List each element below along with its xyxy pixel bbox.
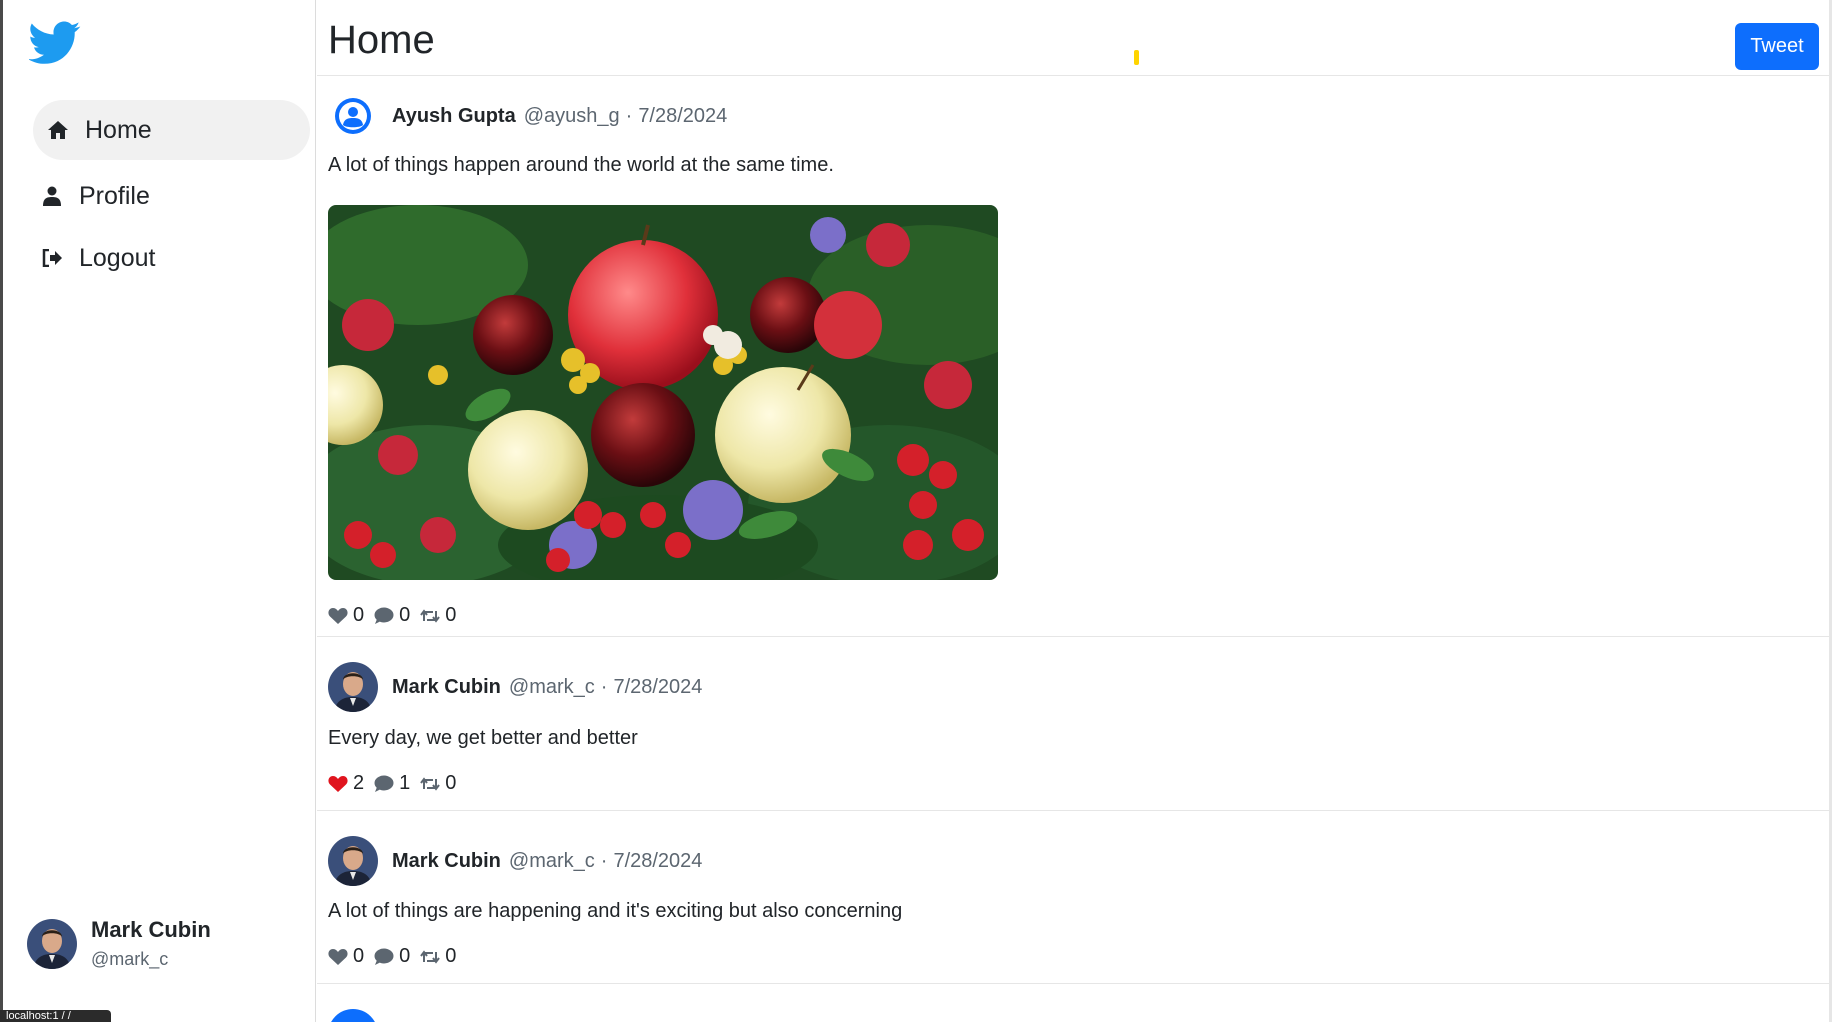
like-count: 0 [353, 604, 365, 626]
comment-count: 0 [399, 945, 411, 967]
like-button[interactable]: 2 [328, 772, 364, 795]
current-user-name: Mark Cubin [91, 917, 211, 942]
avatar[interactable] [328, 662, 378, 712]
retweet-icon [420, 776, 441, 791]
post-author[interactable]: Mark Cubin [392, 850, 501, 873]
like-button[interactable]: 0 [328, 945, 364, 968]
retweet-button[interactable]: 0 [420, 945, 456, 968]
sidebar: Home Profile Logout Mark Cubin @mark_c [3, 0, 316, 1022]
post-card[interactable]: Ayush Gupta @ayush_g · 7/28/2024 A lot o… [317, 76, 1829, 637]
avatar[interactable] [328, 836, 378, 886]
retweet-count: 0 [445, 945, 457, 967]
heart-icon [328, 607, 348, 624]
post-actions: 0 0 0 [328, 604, 466, 627]
main-feed: Home Tweet Ayush Gupta @ayush_g · 7/28/2… [317, 0, 1829, 1022]
post-separator: · [600, 849, 608, 872]
retweet-icon [420, 949, 441, 964]
heart-icon [328, 948, 348, 965]
heart-icon [328, 775, 348, 792]
post-author[interactable]: Ayush Gupta [392, 105, 516, 128]
post-card[interactable] [317, 984, 1829, 1022]
retweet-icon [420, 608, 441, 623]
default-user-avatar-icon[interactable] [328, 91, 378, 141]
sidebar-item-profile[interactable]: Profile [33, 166, 310, 226]
home-icon [47, 119, 69, 141]
comment-count: 0 [399, 604, 411, 626]
post-actions: 2 1 0 [328, 772, 466, 795]
like-button[interactable]: 0 [328, 604, 364, 627]
retweet-count: 0 [445, 772, 457, 794]
sidebar-item-label: Logout [79, 243, 156, 272]
tweet-button[interactable]: Tweet [1735, 23, 1819, 70]
text-cursor [1134, 50, 1139, 65]
like-count: 0 [353, 945, 365, 967]
comment-button[interactable]: 0 [374, 945, 410, 968]
feed-header: Home Tweet [317, 0, 1829, 76]
retweet-button[interactable]: 0 [420, 772, 456, 795]
post-text: A lot of things happen around the world … [328, 154, 834, 176]
post-header: Ayush Gupta @ayush_g · 7/28/2024 [328, 91, 727, 141]
comment-icon [374, 948, 394, 965]
sidebar-item-label: Profile [79, 181, 150, 210]
post-text: A lot of things are happening and it's e… [328, 900, 903, 922]
post-handle[interactable]: @ayush_g [524, 105, 620, 128]
status-bar-url: localhost:1 / / [0, 1010, 111, 1022]
comment-count: 1 [399, 772, 411, 794]
post-actions: 0 0 0 [328, 945, 466, 968]
post-separator: · [625, 104, 633, 127]
post-date: 7/28/2024 [613, 849, 703, 872]
sidebar-item-label: Home [85, 115, 152, 144]
like-count: 2 [353, 772, 365, 794]
post-separator: · [600, 675, 608, 698]
post-card[interactable]: Mark Cubin @mark_c · 7/28/2024 Every day… [317, 637, 1829, 811]
page-title: Home [328, 18, 435, 62]
sidebar-item-logout[interactable]: Logout [33, 228, 310, 288]
post-card[interactable]: Mark Cubin @mark_c · 7/28/2024 A lot of … [317, 811, 1829, 984]
comment-icon [374, 775, 394, 792]
retweet-count: 0 [445, 604, 457, 626]
post-handle[interactable]: @mark_c [509, 850, 595, 873]
post-image[interactable] [328, 205, 998, 580]
post-text: Every day, we get better and better [328, 727, 638, 749]
user-icon [41, 185, 63, 207]
current-user-handle: @mark_c [91, 949, 169, 969]
comment-button[interactable]: 1 [374, 772, 410, 795]
comment-icon [374, 607, 394, 624]
current-user-card[interactable]: Mark Cubin @mark_c [27, 917, 211, 970]
sidebar-item-home[interactable]: Home [33, 100, 310, 160]
post-date: 7/28/2024 [638, 104, 728, 127]
post-author[interactable]: Mark Cubin [392, 676, 501, 699]
comment-button[interactable]: 0 [374, 604, 410, 627]
post-date: 7/28/2024 [613, 675, 703, 698]
default-user-avatar-icon[interactable] [328, 1009, 378, 1022]
sign-out-icon [41, 247, 63, 269]
post-header: Mark Cubin @mark_c · 7/28/2024 [328, 662, 702, 712]
twitter-bird-icon[interactable] [28, 20, 81, 66]
post-header: Mark Cubin @mark_c · 7/28/2024 [328, 836, 702, 886]
post-handle[interactable]: @mark_c [509, 676, 595, 699]
avatar [27, 918, 77, 969]
retweet-button[interactable]: 0 [420, 604, 456, 627]
